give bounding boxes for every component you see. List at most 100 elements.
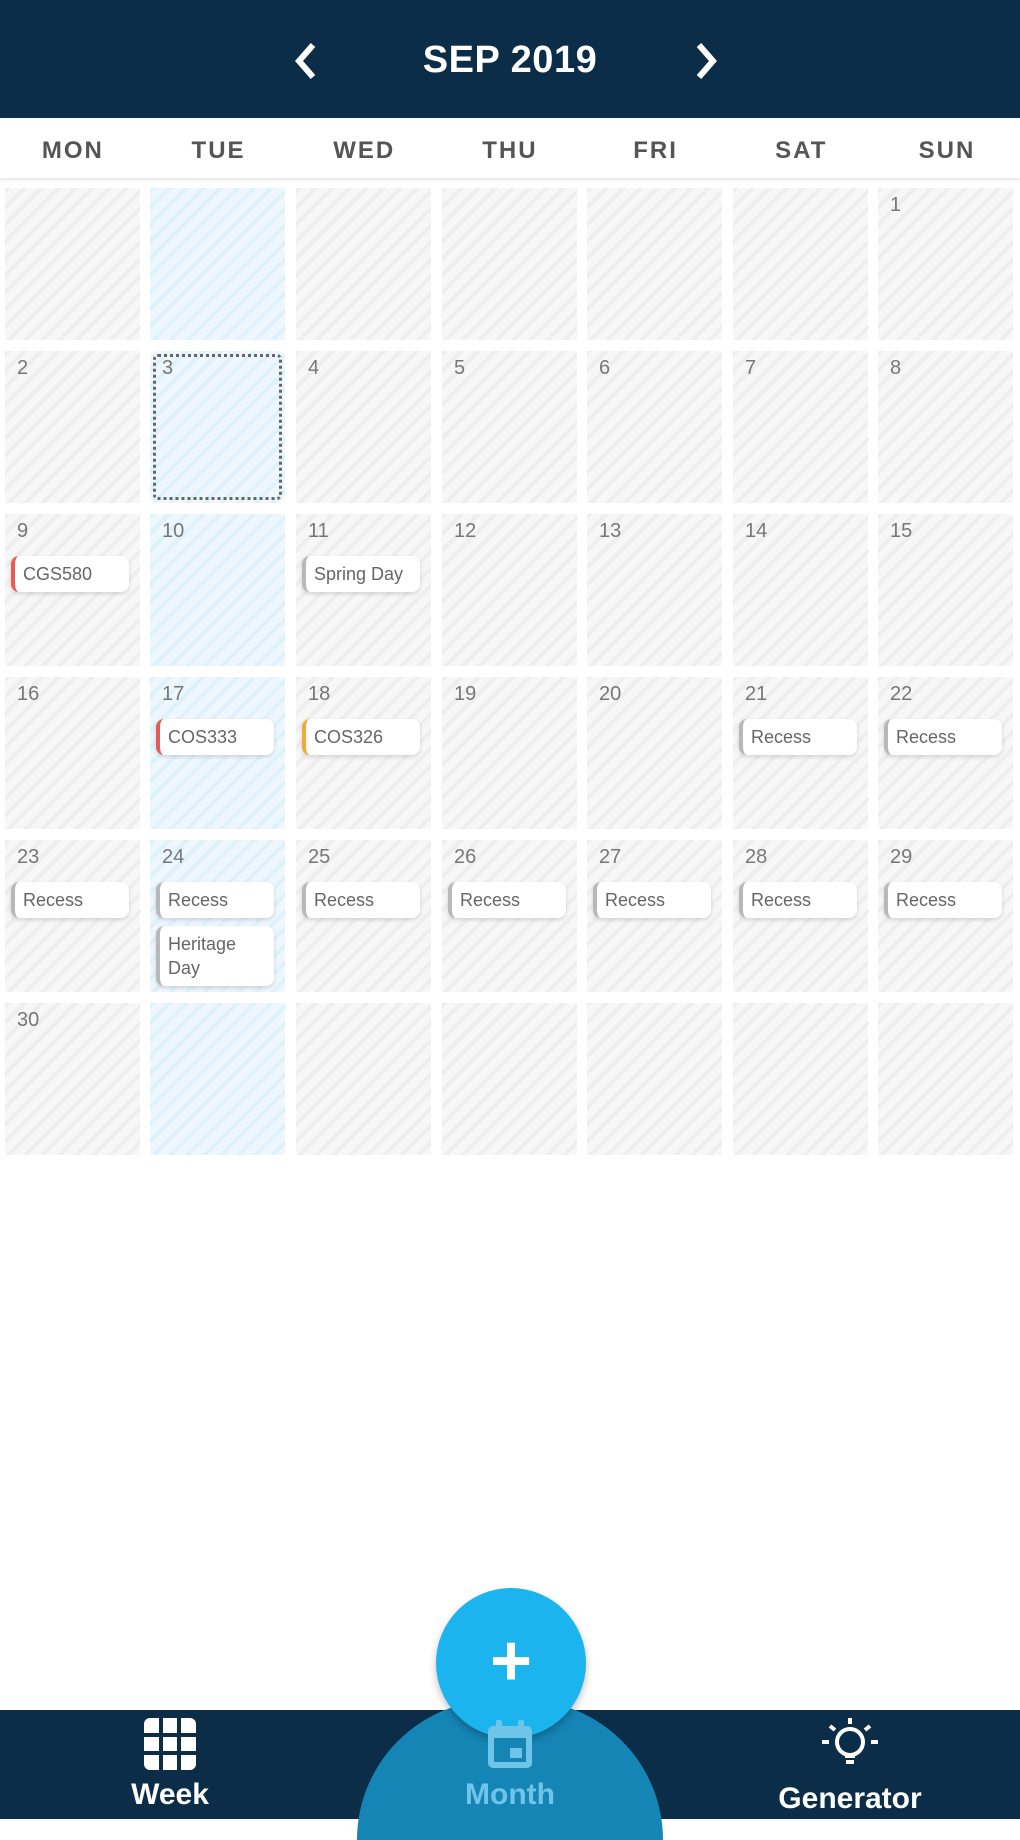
- day-cell[interactable]: 5: [442, 351, 577, 503]
- day-cell[interactable]: [878, 1003, 1013, 1155]
- event-chip[interactable]: COS326: [302, 719, 420, 755]
- week-row: 1: [0, 188, 1020, 346]
- day-cell[interactable]: [150, 1003, 285, 1155]
- day-cell[interactable]: 24 Recess Heritage Day: [150, 840, 285, 992]
- day-cell[interactable]: 7: [733, 351, 868, 503]
- day-cell[interactable]: 18 COS326: [296, 677, 431, 829]
- day-cell[interactable]: 1: [878, 188, 1013, 340]
- day-number: 4: [308, 357, 320, 379]
- tab-generator[interactable]: Generator: [770, 1716, 930, 1816]
- tab-generator-label: Generator: [778, 1782, 922, 1815]
- day-cell[interactable]: 8: [878, 351, 1013, 503]
- weekday-label: THU: [482, 137, 538, 164]
- event-chip[interactable]: Recess: [302, 882, 420, 918]
- event-chip[interactable]: Heritage Day: [156, 926, 274, 986]
- day-number: 27: [599, 846, 622, 868]
- event-chip[interactable]: Recess: [884, 882, 1002, 918]
- weekday-label: MON: [41, 137, 104, 164]
- day-number: 2: [17, 357, 29, 379]
- day-number: 30: [17, 1009, 40, 1031]
- day-cell-today[interactable]: 3: [150, 351, 285, 503]
- tab-month[interactable]: Month: [455, 1716, 565, 1816]
- day-cell[interactable]: [442, 1003, 577, 1155]
- calendar-icon: [488, 1720, 532, 1768]
- day-cell[interactable]: [442, 188, 577, 340]
- day-cell[interactable]: 23 Recess: [5, 840, 140, 992]
- day-number: 12: [454, 520, 477, 542]
- weekday-label: SAT: [775, 137, 828, 164]
- app-header: SEP 2019: [0, 0, 1020, 118]
- day-cell[interactable]: [5, 188, 140, 340]
- day-cell[interactable]: 29 Recess: [878, 840, 1013, 992]
- day-number: 8: [890, 357, 902, 379]
- day-cell[interactable]: 30: [5, 1003, 140, 1155]
- event-chip[interactable]: Recess: [884, 719, 1002, 755]
- day-cell[interactable]: 11 Spring Day: [296, 514, 431, 666]
- calendar-grid: 1 2 3 4 5 6 7 8 9 CGS580 10 11 Spring Day 12 13 14 15 16 1…: [0, 188, 1020, 1158]
- day-number: 20: [599, 683, 622, 705]
- day-cell[interactable]: 4: [296, 351, 431, 503]
- day-cell[interactable]: [733, 1003, 868, 1155]
- month-title: SEP 2019: [422, 39, 598, 81]
- event-chip[interactable]: Recess: [156, 882, 274, 918]
- weekday-label: SUN: [918, 137, 976, 164]
- day-number: 19: [454, 683, 477, 705]
- day-cell[interactable]: 22 Recess: [878, 677, 1013, 829]
- day-cell[interactable]: 9 CGS580: [5, 514, 140, 666]
- day-cell[interactable]: 28 Recess: [733, 840, 868, 992]
- week-row: 23 Recess 24 Recess Heritage Day 25 Recess 26 Re…: [0, 840, 1020, 998]
- day-cell[interactable]: 27 Recess: [587, 840, 722, 992]
- day-cell[interactable]: 20: [587, 677, 722, 829]
- tab-month-label: Month: [465, 1778, 555, 1811]
- grid-icon: [144, 1718, 196, 1770]
- day-cell[interactable]: [150, 188, 285, 340]
- day-cell[interactable]: 6: [587, 351, 722, 503]
- day-cell[interactable]: [296, 1003, 431, 1155]
- chevron-right-icon: [696, 43, 717, 79]
- tab-week[interactable]: Week: [120, 1716, 220, 1816]
- day-number: 5: [454, 357, 466, 379]
- day-cell[interactable]: 21 Recess: [733, 677, 868, 829]
- event-chip[interactable]: Recess: [11, 882, 129, 918]
- weekday-label: FRI: [633, 137, 678, 164]
- day-cell[interactable]: 17 COS333: [150, 677, 285, 829]
- week-row: 16 17 COS333 18 COS326 19 20 21 Recess 22 Recess: [0, 677, 1020, 835]
- event-chip[interactable]: Recess: [739, 882, 857, 918]
- day-cell[interactable]: 10: [150, 514, 285, 666]
- plus-icon: +: [489, 1621, 533, 1701]
- day-number: 11: [308, 520, 329, 542]
- event-chip[interactable]: Recess: [593, 882, 711, 918]
- day-cell[interactable]: 25 Recess: [296, 840, 431, 992]
- day-number: 15: [890, 520, 913, 542]
- day-cell[interactable]: [587, 1003, 722, 1155]
- day-cell[interactable]: [733, 188, 868, 340]
- day-number: 9: [17, 520, 29, 542]
- day-cell[interactable]: 15: [878, 514, 1013, 666]
- weekday-label: WED: [333, 137, 396, 164]
- day-cell[interactable]: 16: [5, 677, 140, 829]
- event-chip[interactable]: Spring Day: [302, 556, 420, 592]
- event-chip[interactable]: COS333: [156, 719, 274, 755]
- day-number: 7: [745, 357, 757, 379]
- day-cell[interactable]: 14: [733, 514, 868, 666]
- event-chip[interactable]: Recess: [448, 882, 566, 918]
- previous-month-button[interactable]: [279, 28, 335, 94]
- day-cell[interactable]: 12: [442, 514, 577, 666]
- day-cell[interactable]: 13: [587, 514, 722, 666]
- day-number: 17: [162, 683, 185, 705]
- week-row: 30: [0, 1003, 1020, 1161]
- day-cell[interactable]: [296, 188, 431, 340]
- day-number: 6: [599, 357, 611, 379]
- event-chip[interactable]: Recess: [739, 719, 857, 755]
- day-cell[interactable]: [587, 188, 722, 340]
- day-cell[interactable]: 26 Recess: [442, 840, 577, 992]
- next-month-button[interactable]: [677, 28, 733, 94]
- day-number: 14: [745, 520, 768, 542]
- day-number: 22: [890, 683, 913, 705]
- day-number: 18: [308, 683, 331, 705]
- weekday-header-row: MON TUE WED THU FRI SAT SUN: [0, 124, 1020, 178]
- day-cell[interactable]: 2: [5, 351, 140, 503]
- event-chip[interactable]: CGS580: [11, 556, 129, 592]
- day-cell[interactable]: 19: [442, 677, 577, 829]
- day-number: 26: [454, 846, 477, 868]
